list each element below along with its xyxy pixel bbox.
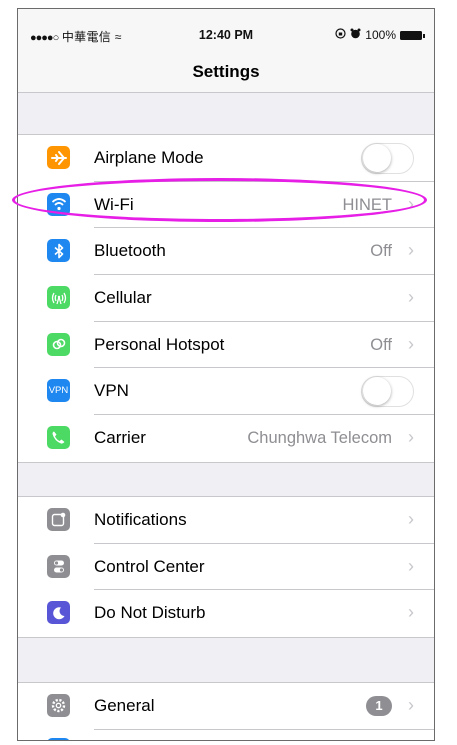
battery-percent: 100% [365,28,396,42]
row-label: Carrier [94,428,146,448]
vpn-icon: VPN [47,379,70,403]
row-label: Airplane Mode [94,148,204,167]
row-personal-hotspot[interactable]: Personal Hotspot Off › [18,322,434,369]
row-label: Do Not Disturb [94,603,206,623]
bluetooth-icon [47,239,70,263]
settings-group-system: Notifications › Control Center › Do Not … [18,496,434,639]
settings-group-general: General 1 › [18,682,434,740]
chevron-right-icon: › [408,240,414,261]
partial-icon [47,737,70,740]
update-count-badge: 1 [366,696,392,716]
row-label: Notifications [94,510,187,529]
row-label: General [94,696,155,715]
navigation-bar: Settings [18,51,434,93]
row-cellular[interactable]: Cellular › [18,275,434,322]
row-bluetooth[interactable]: Bluetooth Off › [18,228,434,276]
rotation-lock-icon [335,28,346,42]
row-carrier[interactable]: Carrier Chunghwa Telecom › [18,415,434,462]
row-label: Personal Hotspot [94,334,225,354]
gear-icon [47,694,70,717]
wifi-network-value: HINET [342,195,393,214]
row-label: Bluetooth [94,241,166,261]
hotspot-icon [47,332,70,356]
row-general[interactable]: General 1 › [18,683,434,730]
toggle-knob [363,144,391,172]
row-label: Wi-Fi [94,194,134,214]
chevron-right-icon: › [408,509,414,529]
row-wifi[interactable]: Wi-Fi HINET › [18,182,434,229]
chevron-right-icon: › [408,602,414,623]
airplane-icon [47,146,70,169]
chevron-right-icon: › [408,287,414,308]
row-airplane-mode[interactable]: Airplane Mode [18,135,434,182]
carrier-value: Chunghwa Telecom [247,429,392,448]
status-right: 100% [335,28,425,42]
phone-icon [47,426,70,450]
wifi-icon [47,192,70,216]
chevron-right-icon: › [408,333,414,354]
vpn-toggle[interactable] [361,376,414,408]
hotspot-value: Off [370,335,392,354]
row-label: Cellular [94,288,152,308]
chevron-right-icon: › [408,193,414,214]
row-control-center[interactable]: Control Center › [18,544,434,591]
cellular-icon [47,286,70,310]
toggle-knob [363,377,391,406]
status-bar: ●●●●○ 中華電信 ≈ 12:40 PM 100% [18,9,434,51]
row-do-not-disturb[interactable]: Do Not Disturb › [18,590,434,637]
chevron-right-icon: › [408,695,414,715]
row-partial-next [18,730,434,740]
chevron-right-icon: › [408,427,414,448]
bluetooth-value: Off [370,242,392,261]
settings-group-connectivity: Airplane Mode Wi-Fi HINET › Bluetooth Of… [18,134,434,463]
row-notifications[interactable]: Notifications › [18,497,434,544]
airplane-mode-toggle[interactable] [361,143,414,174]
page-title: Settings [192,62,260,81]
phone-screen: ●●●●○ 中華電信 ≈ 12:40 PM 100% Settings Airp… [17,8,435,741]
row-label: VPN [94,381,129,401]
battery-icon [400,30,425,40]
alarm-icon [350,28,361,42]
chevron-right-icon: › [408,555,414,576]
moon-icon [47,601,70,625]
notifications-icon [47,508,70,531]
row-label: Control Center [94,556,205,576]
control-center-icon [47,554,70,578]
row-vpn[interactable]: VPN VPN [18,368,434,416]
